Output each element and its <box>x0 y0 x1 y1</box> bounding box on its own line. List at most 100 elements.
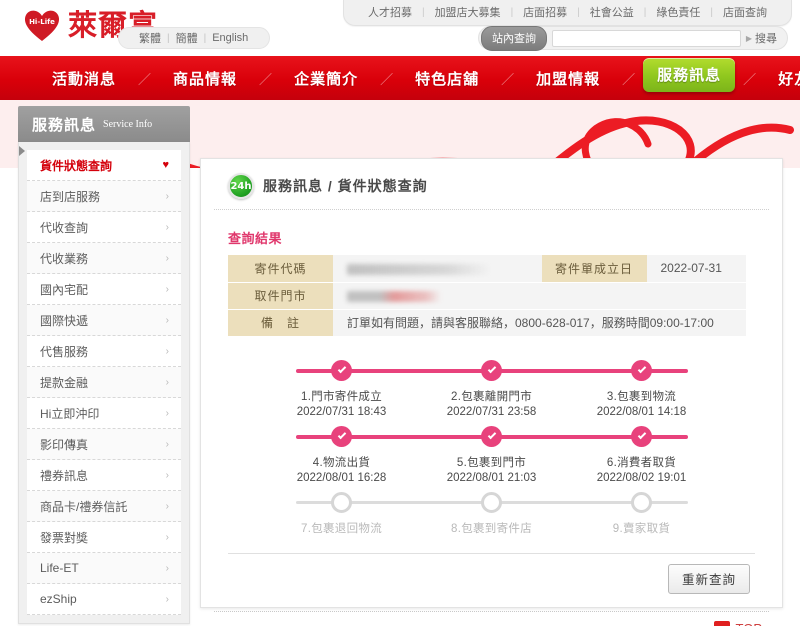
chevron-right-icon: › <box>165 252 169 264</box>
tracking-node-label: 8.包裹到寄件店 <box>451 522 532 535</box>
tracking-node-time: 2022/08/01 16:28 <box>296 471 387 484</box>
sidebar-header: 服務訊息 Service Info <box>18 106 190 142</box>
cell-value-remark: 訂單如有問題，請與客服聯絡，0800-628-017，服務時間09:00-17:… <box>333 309 746 337</box>
utility-link-franchise-recruit[interactable]: 加盟店大募集 <box>425 4 511 20</box>
empty-circle-icon <box>481 491 502 513</box>
tracking-node-9: 9.賣家取貨 <box>567 491 717 536</box>
sidebar-item-store-to-store[interactable]: 店到店服務 › <box>27 181 181 212</box>
tracking-node-label: 7.包裹退回物流 <box>301 522 382 535</box>
check-circle-icon <box>481 425 502 447</box>
lang-simplified-chinese[interactable]: 簡體 <box>170 30 204 46</box>
sidebar-item-label: 國內宅配 <box>40 282 89 297</box>
masked-value <box>347 263 491 275</box>
sidebar-item-shipment-status[interactable]: 貨件狀態查詢 ♥ <box>27 150 181 181</box>
utility-link-social-welfare[interactable]: 社會公益 <box>580 4 644 20</box>
site-header: Hi-Life 萊爾富 人才招募 | 加盟店大募集 | 店面招募 | 社會公益 … <box>0 0 800 56</box>
tracking-node-5: 5.包裹到門市 2022/08/01 21:03 <box>417 425 567 484</box>
sidebar-item-label: 貨件狀態查詢 <box>40 158 113 173</box>
sidebar-item-agency-sales[interactable]: 代售服務 › <box>27 336 181 367</box>
sidebar-item-life-et[interactable]: Life-ET › <box>27 553 181 584</box>
cell-label-tracking-code: 寄件代碼 <box>228 255 333 283</box>
tracking-node-label: 9.賣家取貨 <box>612 522 671 535</box>
panel-actions: 重新查詢 <box>201 554 782 594</box>
utility-link-green-responsibility[interactable]: 綠色責任 <box>646 4 710 20</box>
section-title: 查詢結果 <box>228 231 283 246</box>
nav-separator: ／ <box>622 71 636 87</box>
cell-value-tracking-code <box>333 255 542 283</box>
nav-separator: ／ <box>259 71 273 87</box>
chevron-right-icon: › <box>165 469 169 481</box>
search-submit-label: 搜尋 <box>755 33 777 45</box>
tracking-node-3: 3.包裹到物流 2022/08/01 14:18 <box>567 359 717 418</box>
tracking-node-label: 2.包裹離開門市 <box>451 390 532 403</box>
sidebar-item-gift-voucher-news[interactable]: 禮券訊息 › <box>27 460 181 491</box>
tracking-row-3: 7.包裹退回物流 8.包裹到寄件店 9.賣家取貨 <box>267 491 717 543</box>
result-table: 寄件代碼 寄件單成立日 2022-07-31 取件門市 備 註 訂單如有問題，請… <box>228 255 746 337</box>
sidebar-item-label: Hi立即沖印 <box>40 406 100 421</box>
lang-traditional-chinese[interactable]: 繁體 <box>133 30 167 46</box>
nav-separator: ／ <box>743 71 757 87</box>
sidebar-item-label: 代收查詢 <box>40 220 89 235</box>
nav-item-news[interactable]: 活動消息 <box>30 68 138 89</box>
cell-label-remark: 備 註 <box>228 309 333 337</box>
sidebar-pointer-icon <box>19 146 25 156</box>
nav-item-featured-stores[interactable]: 特色店舖 <box>393 68 501 89</box>
search-scope-button[interactable]: 站內查詢 <box>481 25 547 51</box>
search-input[interactable] <box>552 29 741 47</box>
nav-item-about[interactable]: 企業簡介 <box>272 68 380 89</box>
sidebar-item-copy-fax[interactable]: 影印傳真 › <box>27 429 181 460</box>
chevron-right-icon: › <box>165 593 169 605</box>
tracking-node-label: 5.包裹到門市 <box>456 456 527 469</box>
tracking-row-2: 4.物流出貨 2022/08/01 16:28 5.包裹到門市 2022/08/… <box>267 425 717 491</box>
sidebar-item-label: ezShip <box>40 592 77 606</box>
sidebar: 服務訊息 Service Info 貨件狀態查詢 ♥ 店到店服務 › 代收查詢 … <box>18 106 190 624</box>
sidebar-item-atm-finance[interactable]: 提款金融 › <box>27 367 181 398</box>
search-submit-button[interactable]: ▶ 搜尋 <box>746 30 783 46</box>
utility-link-store-locator[interactable]: 店面查詢 <box>713 4 777 20</box>
cell-value-pickup-store <box>333 282 746 310</box>
nav-item-franchise[interactable]: 加盟情報 <box>514 68 622 89</box>
utility-link-careers[interactable]: 人才招募 <box>358 4 422 20</box>
sidebar-panel: 貨件狀態查詢 ♥ 店到店服務 › 代收查詢 › 代收業務 › 國內宅配 › 國際… <box>18 142 190 624</box>
requery-button[interactable]: 重新查詢 <box>667 563 750 594</box>
back-to-top[interactable]: TOP <box>201 612 782 626</box>
sidebar-item-gift-card-trust[interactable]: 商品卡/禮券信託 › <box>27 491 181 522</box>
back-to-top-label: TOP <box>736 621 763 626</box>
chevron-right-icon: › <box>165 376 169 388</box>
site-search: 站內查詢 ▶ 搜尋 <box>478 25 788 51</box>
tracking-node-time: 2022/08/01 21:03 <box>446 471 537 484</box>
sidebar-item-label: 店到店服務 <box>40 189 101 204</box>
table-row: 備 註 訂單如有問題，請與客服聯絡，0800-628-017，服務時間09:00… <box>228 309 746 337</box>
tracking-node-7: 7.包裹退回物流 <box>267 491 417 536</box>
chevron-right-icon: ▶ <box>745 33 752 43</box>
empty-circle-icon <box>331 491 352 513</box>
sidebar-nav-list: 貨件狀態查詢 ♥ 店到店服務 › 代收查詢 › 代收業務 › 國內宅配 › 國際… <box>27 150 181 615</box>
utility-link-store-recruit[interactable]: 店面招募 <box>513 4 577 20</box>
tracking-node-label: 6.消費者取貨 <box>606 456 677 469</box>
sidebar-item-instant-print[interactable]: Hi立即沖印 › <box>27 398 181 429</box>
page-body: 服務訊息 Service Info 貨件狀態查詢 ♥ 店到店服務 › 代收查詢 … <box>0 100 800 626</box>
check-circle-icon <box>331 359 352 381</box>
sidebar-item-domestic-delivery[interactable]: 國內宅配 › <box>27 274 181 305</box>
24h-badge-icon: 24h <box>228 173 254 199</box>
chevron-right-icon: › <box>165 531 169 543</box>
cell-label-created-date: 寄件單成立日 <box>541 255 647 283</box>
cell-label-pickup-store: 取件門市 <box>228 282 333 310</box>
tracking-node-label: 4.物流出貨 <box>312 456 371 469</box>
sidebar-item-international-express[interactable]: 國際快遞 › <box>27 305 181 336</box>
lang-english[interactable]: English <box>206 32 254 44</box>
sidebar-item-ezship[interactable]: ezShip › <box>27 584 181 615</box>
sidebar-item-invoice-lottery[interactable]: 發票對獎 › <box>27 522 181 553</box>
heart-logo-icon: Hi-Life <box>22 7 62 43</box>
chevron-right-icon: › <box>165 221 169 233</box>
tracking-node-label: 1.門市寄件成立 <box>301 390 382 403</box>
sidebar-item-collection-query[interactable]: 代收查詢 › <box>27 212 181 243</box>
tracking-node-2: 2.包裹離開門市 2022/07/31 23:58 <box>417 359 567 418</box>
tracking-timeline: 1.門市寄件成立 2022/07/31 18:43 2.包裹離開門市 2022/… <box>201 359 782 543</box>
cell-value-created-date: 2022-07-31 <box>646 255 746 283</box>
sidebar-item-collection-service[interactable]: 代收業務 › <box>27 243 181 274</box>
nav-item-service-info[interactable]: 服務訊息 <box>643 58 736 92</box>
nav-item-products[interactable]: 商品情報 <box>151 68 259 89</box>
tracking-node-4: 4.物流出貨 2022/08/01 16:28 <box>267 425 417 484</box>
nav-item-friend-links[interactable]: 好友連結 <box>756 68 800 89</box>
